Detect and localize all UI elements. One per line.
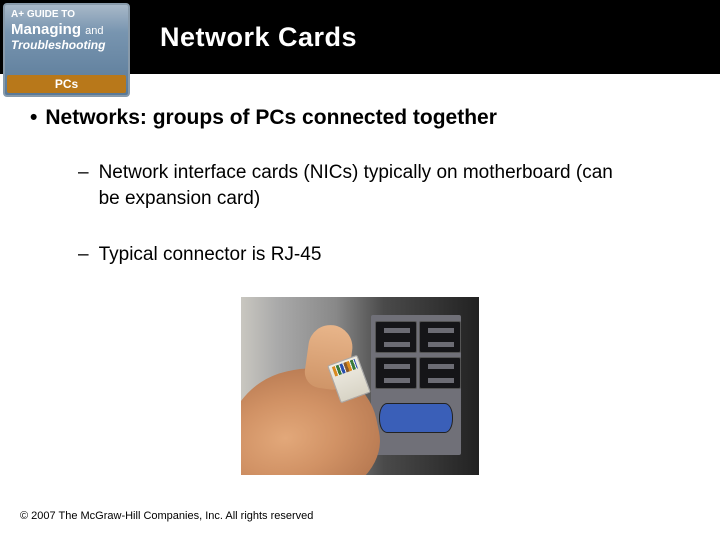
logo-line2: Troubleshooting — [11, 39, 122, 52]
logo-join: and — [85, 25, 103, 37]
main-bullet: • Networks: groups of PCs connected toge… — [30, 104, 690, 132]
rj45-photo — [241, 297, 479, 475]
sub-bullet-1: – Network interface cards (NICs) typical… — [78, 160, 690, 211]
sub-bullet-1-text: Network interface cards (NICs) typically… — [99, 160, 630, 211]
bullet-dot-icon: • — [30, 104, 37, 132]
copyright-footer: © 2007 The McGraw-Hill Companies, Inc. A… — [20, 510, 313, 522]
slide-title: Network Cards — [160, 22, 357, 53]
slide-content: • Networks: groups of PCs connected toge… — [0, 74, 720, 475]
sub-bullet-2: – Typical connector is RJ-45 — [78, 242, 690, 268]
main-bullet-text: Networks: groups of PCs connected togeth… — [45, 104, 497, 132]
logo-topline: A+ GUIDE TO — [11, 9, 122, 20]
dash-icon: – — [78, 242, 89, 268]
book-logo: A+ GUIDE TO Managing and Troubleshooting… — [3, 3, 130, 97]
sub-bullet-2-text: Typical connector is RJ-45 — [99, 242, 322, 268]
dash-icon: – — [78, 160, 89, 211]
logo-line1: Managing — [11, 21, 81, 38]
logo-pcs: PCs — [7, 75, 126, 93]
